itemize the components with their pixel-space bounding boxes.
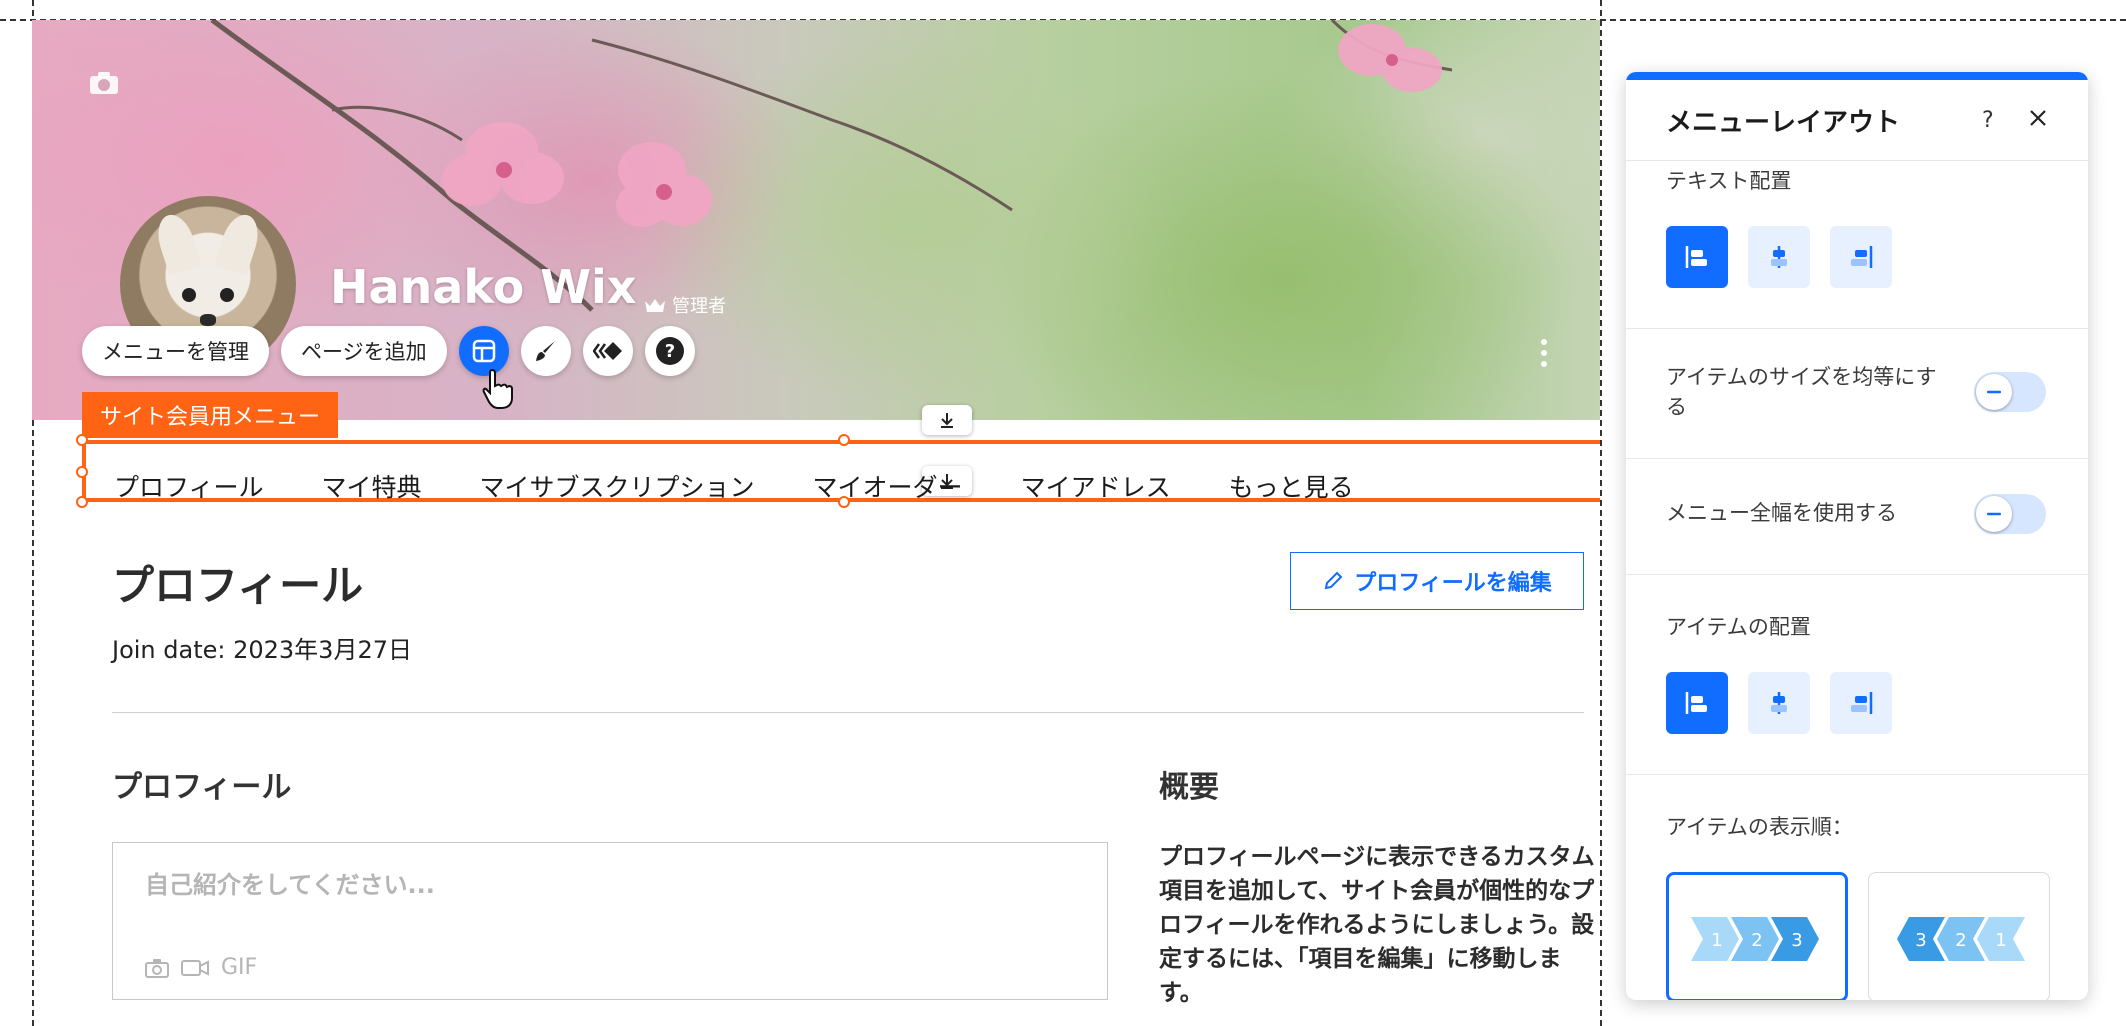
full-width-label: メニュー全幅を使用する <box>1666 501 1897 525</box>
resize-handle[interactable] <box>76 496 88 508</box>
toggle-knob <box>1976 374 2012 410</box>
order-rtl-step: 1 <box>1995 930 2006 951</box>
design-button[interactable] <box>520 326 571 376</box>
item-alignment-group <box>1666 672 1892 734</box>
resize-handle[interactable] <box>76 434 88 446</box>
animation-button[interactable] <box>582 326 633 376</box>
text-align-center-button[interactable] <box>1748 226 1810 288</box>
help-icon[interactable]: ? <box>1982 108 1994 133</box>
site-page: Hanako Wix 管理者 メニューを管理 ページを追加 ? サイト会員用メニ… <box>32 20 1600 1026</box>
order-rtl-step: 3 <box>1915 930 1926 951</box>
svg-text:?: ? <box>664 341 674 362</box>
item-alignment-label: アイテムの配置 <box>1666 615 1811 639</box>
item-align-center-button[interactable] <box>1748 672 1810 734</box>
page-title: プロフィール <box>112 561 364 610</box>
edit-profile-button[interactable]: プロフィールを編集 <box>1290 552 1584 610</box>
align-center-icon <box>1771 692 1787 714</box>
close-icon[interactable] <box>2028 108 2048 128</box>
panel-accent-bar <box>1626 72 2088 80</box>
divider <box>1626 774 2088 775</box>
help-button[interactable]: ? <box>644 326 695 376</box>
more-vertical-icon[interactable] <box>1540 338 1548 368</box>
menu-item-profile[interactable]: プロフィール <box>114 468 264 504</box>
item-order-label: アイテムの表示順： <box>1666 815 1853 839</box>
edit-profile-label: プロフィールを編集 <box>1354 570 1552 595</box>
align-right-icon <box>1851 692 1873 714</box>
item-align-right-button[interactable] <box>1830 672 1892 734</box>
text-align-left-button[interactable] <box>1666 226 1728 288</box>
text-alignment-label: テキスト配置 <box>1666 169 1792 193</box>
order-rtl-step: 2 <box>1955 930 1966 951</box>
animation-icon <box>592 342 622 360</box>
text-align-right-button[interactable] <box>1830 226 1892 288</box>
join-date: Join date: 2023年3月27日 <box>112 636 412 664</box>
camera-icon[interactable] <box>145 958 169 978</box>
divider <box>1626 574 2088 575</box>
order-left-to-right-option[interactable]: 1 2 3 <box>1666 872 1848 1000</box>
menu-item-addresses[interactable]: マイアドレス <box>1021 468 1171 504</box>
equal-size-toggle[interactable] <box>1974 372 2046 412</box>
align-left-icon <box>1685 692 1707 714</box>
order-ltr-step: 2 <box>1751 930 1762 951</box>
profile-name: Hanako Wix <box>330 260 637 314</box>
full-width-toggle[interactable] <box>1974 494 2046 534</box>
order-ltr-step: 3 <box>1791 930 1802 951</box>
order-rtl-preview: 3 2 1 <box>1897 917 2025 961</box>
order-ltr-step: 1 <box>1711 930 1722 951</box>
paint-brush-icon <box>535 341 555 361</box>
resize-handle[interactable] <box>76 466 88 478</box>
panel-title: メニューレイアウト <box>1666 108 1901 138</box>
about-heading: 概要 <box>1159 770 1219 805</box>
media-toolbar: GIF <box>145 955 257 980</box>
about-text: プロフィールページに表示できるカスタム項目を追加して、サイト会員が個性的なプロフ… <box>1159 844 1595 1006</box>
layout-icon <box>472 339 495 363</box>
manage-menu-button[interactable]: メニューを管理 <box>82 326 269 376</box>
menu-item-rewards[interactable]: マイ特典 <box>322 468 422 504</box>
divider <box>112 712 1584 713</box>
divider <box>1626 328 2088 329</box>
hand-cursor-icon <box>482 368 513 409</box>
stretch-top-button[interactable] <box>922 405 972 435</box>
order-ltr-preview: 1 2 3 <box>1691 917 1819 961</box>
bio-input[interactable]: 自己紹介をしてください... GIF <box>112 842 1108 1000</box>
camera-icon[interactable] <box>88 70 120 96</box>
menu-item-subscriptions[interactable]: マイサブスクリプション <box>480 468 755 504</box>
menu-layout-panel: メニューレイアウト ? テキスト配置 アイテムのサイズを均等にする メニュー全幅… <box>1626 72 2088 1000</box>
text-alignment-group <box>1666 226 1892 288</box>
role-label: 管理者 <box>672 296 726 317</box>
align-center-icon <box>1771 246 1787 268</box>
menu-item-more[interactable]: もっと見る <box>1229 468 1354 504</box>
gif-button[interactable]: GIF <box>221 955 257 980</box>
bio-heading: プロフィール <box>112 770 292 805</box>
guide-line-right <box>1600 0 1602 1026</box>
add-page-button[interactable]: ページを追加 <box>281 326 447 376</box>
pencil-icon <box>1324 571 1343 590</box>
align-left-icon <box>1685 246 1707 268</box>
bio-placeholder: 自己紹介をしてください... <box>145 871 435 899</box>
member-menu: プロフィール マイ特典 マイサブスクリプション マイオーダー マイアドレス もっ… <box>114 468 1354 504</box>
resize-handle[interactable] <box>838 434 850 446</box>
order-right-to-left-option[interactable]: 3 2 1 <box>1868 872 2050 1000</box>
align-right-icon <box>1851 246 1873 268</box>
divider <box>1626 458 2088 459</box>
menu-item-orders[interactable]: マイオーダー <box>813 468 963 504</box>
item-align-left-button[interactable] <box>1666 672 1728 734</box>
equal-size-label: アイテムのサイズを均等にする <box>1666 365 1937 419</box>
crown-icon <box>645 299 665 312</box>
role-badge: 管理者 <box>644 292 726 318</box>
video-icon[interactable] <box>181 958 209 978</box>
editor-floating-toolbar: メニューを管理 ページを追加 ? <box>82 326 707 376</box>
download-icon <box>941 413 953 428</box>
help-icon: ? <box>655 337 684 365</box>
toggle-knob <box>1976 496 2012 532</box>
menu-tag: サイト会員用メニュー <box>82 392 339 438</box>
divider <box>1626 160 2088 161</box>
